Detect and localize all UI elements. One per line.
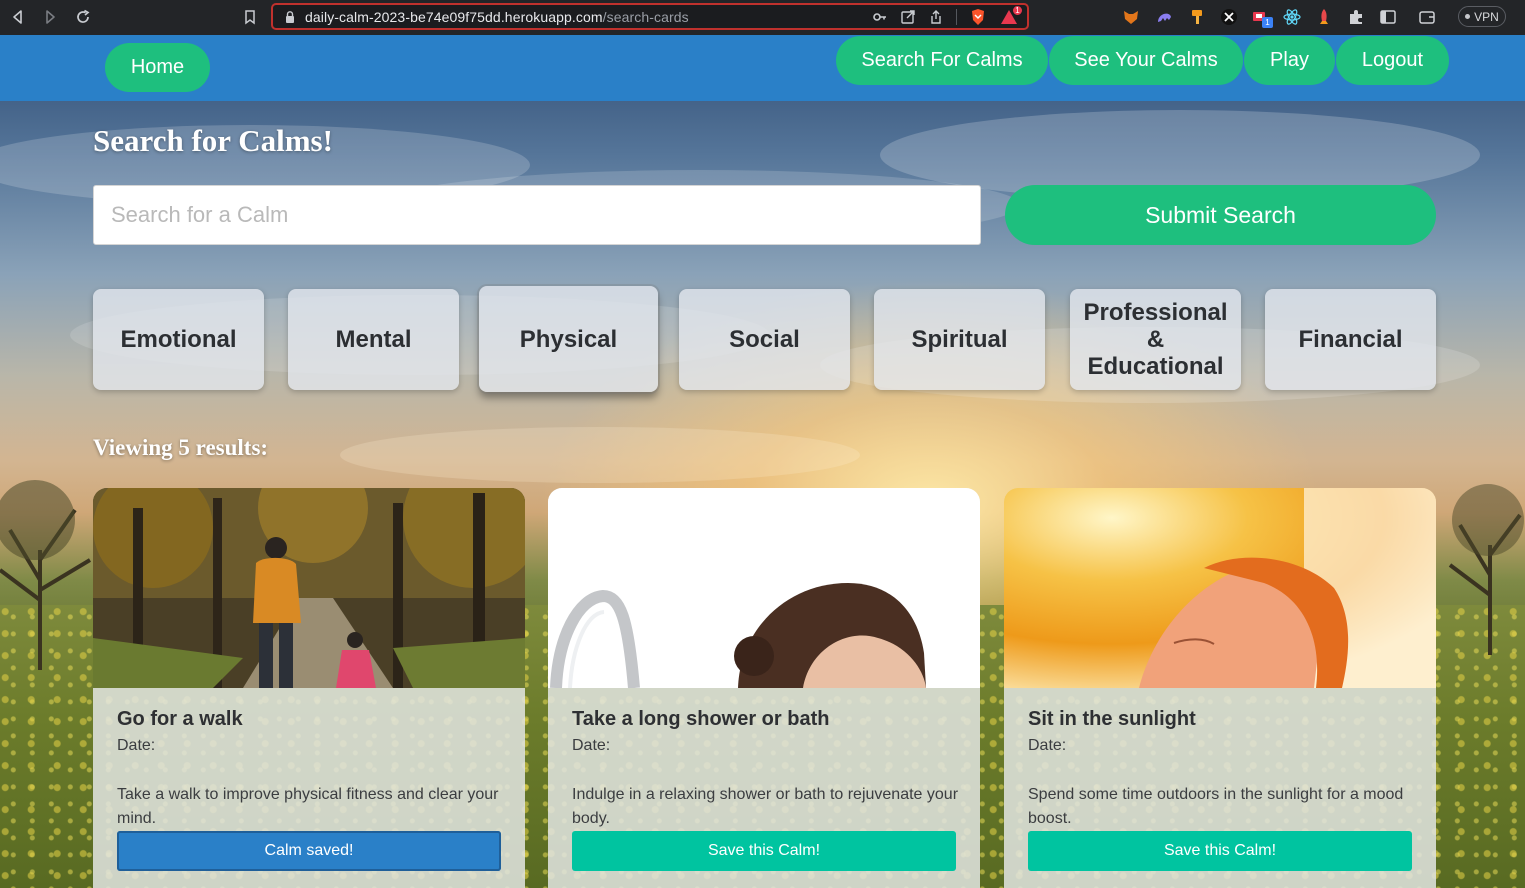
back-icon[interactable] [8, 7, 28, 27]
category-financial[interactable]: Financial [1265, 289, 1436, 390]
browser-toolbar: daily-calm-2023-be74e09f75dd.herokuapp.c… [0, 0, 1525, 35]
card-image-shower [548, 488, 980, 688]
url-path: /search-cards [602, 8, 689, 25]
cast-extension[interactable]: 1 [1251, 8, 1273, 30]
save-calm-button[interactable]: Save this Calm! [572, 831, 956, 871]
vpn-button[interactable]: VPN [1458, 6, 1506, 27]
bookmark-icon[interactable] [240, 7, 260, 27]
tree-right-background [1448, 484, 1524, 655]
card-body: Sit in the sunlight Date: [1028, 708, 1414, 755]
fox-extension-icon[interactable] [1122, 8, 1140, 26]
card-body: Go for a walk Date: [117, 708, 503, 755]
forward-icon[interactable] [40, 7, 60, 27]
calm-card: Take a long shower or bath Date: Indulge… [548, 488, 980, 888]
card-date: Date: [117, 737, 156, 754]
category-physical[interactable]: Physical [479, 286, 658, 392]
ghost-extension-icon[interactable] [1155, 8, 1173, 26]
share-icon[interactable] [928, 9, 944, 25]
card-description: Take a walk to improve physical fitness … [117, 786, 499, 827]
submit-search-button[interactable]: Submit Search [1005, 185, 1436, 245]
card-title: Go for a walk [117, 708, 243, 730]
card-title: Take a long shower or bath [572, 708, 830, 730]
extension-badge: 1 [1262, 17, 1273, 28]
nav-logout-button[interactable]: Logout [1336, 36, 1449, 85]
category-social[interactable]: Social [679, 289, 850, 390]
url-host: daily-calm-2023-be74e09f75dd.herokuapp.c… [305, 8, 603, 25]
reload-icon[interactable] [73, 7, 93, 27]
address-bar-actions: 1 [872, 5, 1023, 26]
card-description: Indulge in a relaxing shower or bath to … [572, 786, 959, 827]
paint-extension-icon[interactable] [1188, 8, 1206, 26]
calm-card: Sit in the sunlight Date: Spend some tim… [1004, 488, 1436, 888]
top-navbar: Home Search For Calms See Your Calms Pla… [0, 35, 1525, 101]
page-title: Search for Calms! [93, 123, 333, 158]
sidebar-icon[interactable] [1379, 8, 1397, 26]
nav-home-button[interactable]: Home [105, 43, 210, 92]
card-title: Sit in the sunlight [1028, 708, 1196, 730]
vpn-status-icon [1465, 14, 1471, 19]
save-calm-button[interactable]: Save this Calm! [1028, 831, 1412, 871]
category-emotional[interactable]: Emotional [93, 289, 264, 390]
results-count: Viewing 5 results: [93, 435, 269, 460]
card-date: Date: [572, 737, 611, 754]
notification-badge: 1 [1012, 5, 1023, 16]
search-input[interactable] [93, 185, 981, 245]
open-external-icon[interactable] [900, 9, 916, 25]
wallet-icon[interactable] [1418, 8, 1436, 26]
calm-card: Go for a walk Date: Take a walk to impro… [93, 488, 525, 888]
category-professional-educational[interactable]: Professional & Educational [1070, 289, 1241, 390]
rocket-extension-icon[interactable] [1315, 8, 1333, 26]
tree-left-background [0, 480, 92, 670]
divider [956, 9, 957, 25]
lock-icon [286, 10, 294, 23]
card-image-sunlight [1004, 488, 1436, 688]
category-spiritual[interactable]: Spiritual [874, 289, 1045, 390]
page-viewport: Home Search For Calms See Your Calms Pla… [0, 35, 1525, 888]
nav-see-your-calms-button[interactable]: See Your Calms [1049, 36, 1243, 85]
puzzle-extensions-icon[interactable] [1347, 8, 1365, 26]
card-description: Spend some time outdoors in the sunlight… [1028, 786, 1404, 827]
card-image-walk [93, 488, 525, 688]
category-mental[interactable]: Mental [288, 289, 459, 390]
x-extension-icon[interactable] [1220, 8, 1238, 26]
card-date: Date: [1028, 737, 1067, 754]
key-icon[interactable] [872, 9, 888, 25]
brave-rewards[interactable]: 1 [999, 5, 1023, 26]
address-bar[interactable]: daily-calm-2023-be74e09f75dd.herokuapp.c… [271, 3, 1029, 30]
calm-saved-button[interactable]: Calm saved! [117, 831, 501, 871]
nav-search-for-calms-button[interactable]: Search For Calms [836, 36, 1048, 85]
brave-shield-icon[interactable] [969, 8, 987, 26]
vpn-label: VPN [1474, 9, 1499, 24]
card-body: Take a long shower or bath Date: [572, 708, 958, 755]
url-text: daily-calm-2023-be74e09f75dd.herokuapp.c… [305, 9, 689, 25]
nav-play-button[interactable]: Play [1244, 36, 1335, 85]
react-devtools-icon[interactable] [1283, 8, 1301, 26]
